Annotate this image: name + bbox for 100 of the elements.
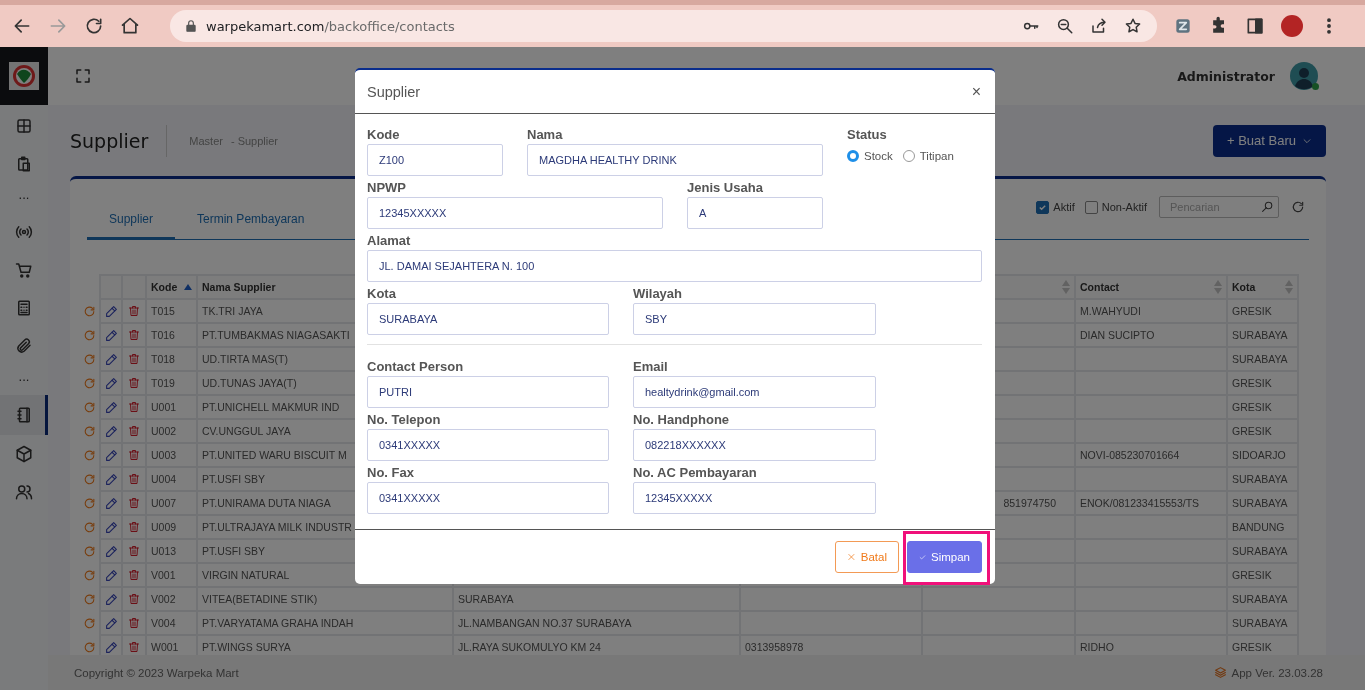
input-field[interactable]: 12345XXXXX (633, 482, 876, 514)
input-field[interactable]: 0341XXXXX (367, 482, 609, 514)
reload-icon[interactable] (84, 16, 104, 36)
sidebar-icon[interactable] (1245, 16, 1265, 36)
refresh-icon[interactable] (83, 496, 96, 510)
search-icon[interactable] (1261, 200, 1274, 213)
address-bar[interactable]: warpekamart.com/backoffice/contacts (170, 10, 1157, 42)
refresh-icon[interactable] (83, 376, 96, 390)
avatar-icon[interactable] (1290, 62, 1318, 90)
refresh-icon[interactable] (83, 424, 96, 438)
trash-icon[interactable] (128, 425, 140, 437)
pencil-icon[interactable] (105, 544, 118, 558)
pencil-icon[interactable] (105, 400, 118, 414)
input-field[interactable]: SURABAYA (367, 303, 609, 335)
pencil-icon[interactable] (105, 592, 118, 606)
trash-icon[interactable] (128, 473, 140, 485)
trash-icon[interactable] (128, 545, 140, 557)
pencil-icon[interactable] (105, 496, 118, 510)
pencil-icon[interactable] (105, 520, 118, 534)
checkbox[interactable] (1036, 200, 1050, 214)
refresh-icon[interactable] (83, 544, 96, 558)
sort-ascending-icon[interactable] (184, 283, 192, 291)
input-field[interactable]: PUTRI (367, 376, 609, 408)
radio-button[interactable] (902, 150, 915, 162)
column-header[interactable]: Nama Supplier (202, 281, 276, 293)
radio-label[interactable]: Titipan (919, 150, 954, 162)
pencil-icon[interactable] (105, 640, 118, 654)
pencil-icon[interactable] (105, 376, 118, 390)
pencil-icon[interactable] (105, 616, 118, 630)
input-field[interactable]: 0341XXXXX (367, 429, 609, 461)
checkbox-label[interactable]: Aktif (1053, 201, 1075, 213)
trash-icon[interactable] (128, 449, 140, 461)
field-label: Nama (527, 126, 564, 144)
pencil-icon[interactable] (105, 352, 118, 366)
trash-icon[interactable] (128, 401, 140, 413)
input-field[interactable]: Z100 (367, 144, 503, 176)
zoom-out-icon[interactable] (1056, 17, 1074, 35)
refresh-icon[interactable] (83, 304, 96, 318)
avatar[interactable] (1281, 15, 1303, 37)
share-icon[interactable] (1090, 17, 1108, 35)
input-field[interactable]: MAGDHA HEALTHY DRINK (527, 144, 823, 176)
trash-icon[interactable] (128, 377, 140, 389)
extension-icon[interactable] (1173, 16, 1193, 36)
input-field[interactable]: SBY (633, 303, 876, 335)
radio-label[interactable]: Stock (864, 150, 893, 162)
trash-icon[interactable] (128, 641, 140, 653)
pencil-icon[interactable] (105, 568, 118, 582)
sidebar-item[interactable] (0, 395, 48, 435)
refresh-icon[interactable] (83, 640, 96, 654)
trash-icon[interactable] (128, 569, 140, 581)
refresh-icon[interactable] (83, 616, 96, 630)
url-text[interactable]: warpekamart.com/backoffice/contacts (206, 18, 455, 34)
refresh-icon[interactable] (83, 472, 96, 486)
pencil-icon[interactable] (105, 472, 118, 486)
back-icon[interactable] (12, 16, 32, 36)
trash-icon[interactable] (128, 305, 140, 317)
table-cell: SURABAYA (1232, 593, 1288, 605)
refresh-icon[interactable] (83, 592, 96, 606)
pencil-icon[interactable] (105, 304, 118, 318)
table-cell: UD.TIRTA MAS(T) (202, 353, 288, 365)
trash-icon[interactable] (128, 617, 140, 629)
table-cell: T018 (151, 353, 175, 365)
table-cell: T016 (151, 329, 175, 341)
close-button[interactable]: × (969, 83, 983, 100)
input-field[interactable]: 082218XXXXXX (633, 429, 876, 461)
refresh-icon[interactable] (83, 352, 96, 366)
trash-icon[interactable] (128, 329, 140, 341)
refresh-icon[interactable] (1291, 200, 1305, 214)
fullscreen-icon[interactable] (74, 67, 92, 85)
column-header[interactable]: Contact (1080, 281, 1120, 293)
save-button[interactable]: Simpan (907, 541, 982, 573)
refresh-icon[interactable] (83, 400, 96, 414)
pencil-icon[interactable] (105, 448, 118, 462)
pencil-icon[interactable] (105, 424, 118, 438)
create-button[interactable]: + Buat Baru (1212, 124, 1326, 157)
refresh-icon[interactable] (83, 448, 96, 462)
trash-icon[interactable] (128, 353, 140, 365)
field-label: Contact Person (367, 358, 465, 376)
input-field[interactable]: healtydrink@gmail.com (633, 376, 876, 408)
refresh-icon[interactable] (83, 328, 96, 342)
radio-button[interactable] (847, 150, 859, 162)
home-icon[interactable] (120, 16, 140, 36)
refresh-icon[interactable] (83, 568, 96, 582)
trash-icon[interactable] (128, 521, 140, 533)
input-field[interactable]: 12345XXXXX (367, 197, 663, 229)
table-cell: PT.TUMBAKMAS NIAGASAKTI (202, 329, 350, 341)
checkbox[interactable] (1084, 200, 1098, 214)
star-icon[interactable] (1124, 17, 1142, 35)
trash-icon[interactable] (128, 593, 140, 605)
column-header[interactable]: Kota (1232, 281, 1256, 293)
pencil-icon[interactable] (105, 328, 118, 342)
user-name[interactable]: Administrator (1177, 68, 1275, 84)
checkbox-label[interactable]: Non-Aktif (1101, 201, 1147, 213)
refresh-icon[interactable] (83, 520, 96, 534)
trash-icon[interactable] (128, 497, 140, 509)
logo-icon[interactable] (9, 62, 39, 90)
table-cell: U004 (151, 473, 177, 485)
forward-icon[interactable] (48, 16, 68, 36)
input-field[interactable]: A (687, 197, 823, 229)
input-field[interactable]: JL. DAMAI SEJAHTERA N. 100 (367, 250, 982, 282)
